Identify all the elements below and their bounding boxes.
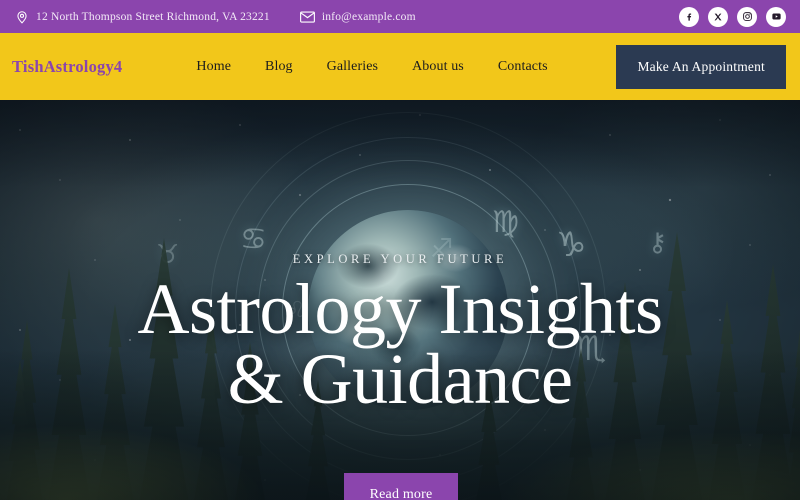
facebook-icon[interactable] bbox=[679, 6, 699, 27]
location-pin-icon bbox=[14, 9, 29, 24]
nav-item-home[interactable]: Home bbox=[196, 59, 231, 75]
x-twitter-icon[interactable] bbox=[708, 6, 728, 27]
address-text: 12 North Thompson Street Richmond, VA 23… bbox=[36, 10, 270, 23]
nav-links: Home Blog Galleries About us Contacts bbox=[196, 59, 547, 75]
instagram-icon[interactable] bbox=[737, 6, 757, 27]
youtube-icon[interactable] bbox=[766, 6, 786, 27]
hero-headline: Astrology Insights & Guidance bbox=[137, 273, 663, 419]
email-text: info@example.com bbox=[321, 10, 416, 23]
social-links bbox=[679, 6, 786, 27]
top-bar: 12 North Thompson Street Richmond, VA 23… bbox=[0, 0, 800, 33]
nav-item-galleries[interactable]: Galleries bbox=[327, 59, 378, 75]
hero-eyebrow: EXPLORE YOUR FUTURE bbox=[292, 252, 508, 266]
nav-item-about-us[interactable]: About us bbox=[412, 59, 464, 75]
hero-headline-line-2: & Guidance bbox=[227, 338, 573, 419]
nav-item-contacts[interactable]: Contacts bbox=[498, 59, 548, 75]
main-navbar: TishAstrology4 Home Blog Galleries About… bbox=[0, 33, 800, 100]
email-item[interactable]: info@example.com bbox=[299, 9, 416, 24]
site-logo[interactable]: TishAstrology4 bbox=[12, 57, 122, 77]
make-appointment-button[interactable]: Make An Appointment bbox=[616, 44, 786, 89]
hero-headline-line-1: Astrology Insights bbox=[137, 269, 663, 349]
hero-section: ♋♍♑♏⚷♉♐♌ EXPLORE YOUR FUTURE Astrology I… bbox=[0, 100, 800, 500]
address-item: 12 North Thompson Street Richmond, VA 23… bbox=[14, 9, 270, 24]
envelope-icon bbox=[299, 9, 315, 24]
hero-content: EXPLORE YOUR FUTURE Astrology Insights &… bbox=[0, 100, 800, 500]
nav-item-blog[interactable]: Blog bbox=[265, 59, 293, 75]
